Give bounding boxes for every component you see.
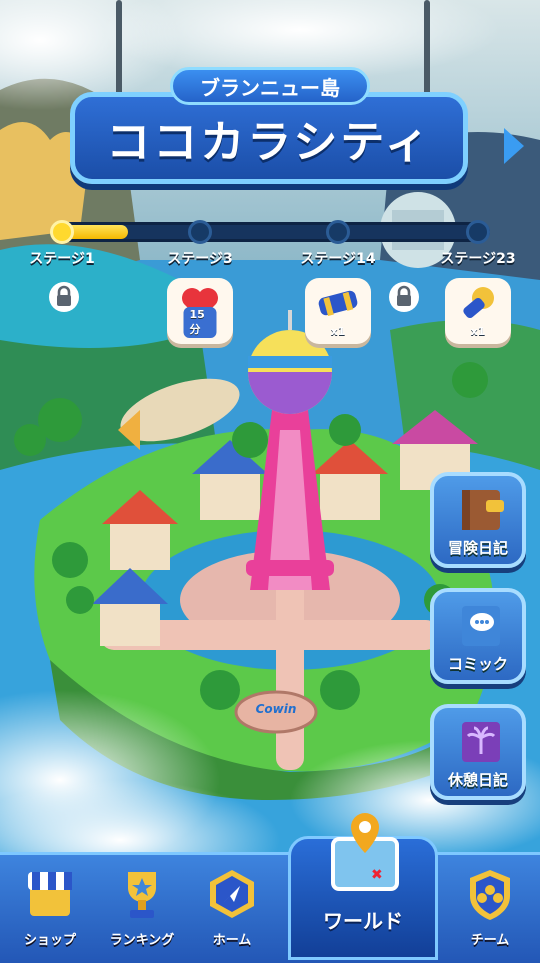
stage-label-2: ステージ3 <box>167 251 233 267</box>
svg-text:✖: ✖ <box>371 867 383 883</box>
stage-label-4: ステージ23 <box>440 251 516 267</box>
tab-shop[interactable]: ショップ <box>2 866 98 950</box>
stage-label-1: ステージ1 <box>29 251 95 267</box>
diary-book-icon <box>462 490 504 530</box>
tab-shop-label: ショップ <box>23 933 76 948</box>
next-island-arrow-icon[interactable] <box>504 128 524 164</box>
reward-rocket[interactable]: x1 <box>445 278 511 344</box>
tab-home-label: ホーム <box>212 933 252 948</box>
tab-world[interactable]: ✖ ワールド <box>288 813 438 960</box>
header-banner: ココカラシティ ブランニュー島 <box>0 0 540 200</box>
progress-node-2 <box>188 220 212 244</box>
reward-heart[interactable]: 15分 <box>167 278 233 344</box>
comic-label: コミック <box>447 655 508 673</box>
plaza-sign-text: Cowin <box>255 702 297 716</box>
city-name: ココカラシティ <box>106 117 432 168</box>
tab-world-label: ワールド <box>323 909 403 933</box>
reward-heart-time: 15分 <box>183 307 217 338</box>
hammer-icon <box>318 290 358 317</box>
tab-ranking[interactable]: ランキング <box>94 866 190 950</box>
progress-node-1 <box>50 220 74 244</box>
comic-button[interactable]: コミック <box>430 588 526 684</box>
island-name: ブランニュー島 <box>200 75 340 100</box>
tab-home[interactable]: ホーム <box>184 866 280 950</box>
progress-node-3 <box>326 220 350 244</box>
lock-icon <box>389 282 419 312</box>
tab-ranking-label: ランキング <box>109 933 175 948</box>
banner-rope-right <box>424 0 430 96</box>
team-shield-icon <box>470 870 510 920</box>
rest-diary-button[interactable]: 休憩日記 <box>430 704 526 800</box>
rest-diary-label: 休憩日記 <box>447 771 508 789</box>
reward-rocket-count: x1 <box>470 325 486 338</box>
home-compass-icon <box>210 870 254 918</box>
stage-progress-bar <box>52 222 490 242</box>
reward-hammer[interactable]: x1 <box>305 278 371 344</box>
trophy-icon <box>128 872 156 918</box>
adventure-diary-button[interactable]: 冒険日記 <box>430 472 526 568</box>
tab-team-label: チーム <box>470 933 510 948</box>
shop-awning-icon <box>28 872 72 916</box>
lock-icon <box>49 282 79 312</box>
banner-rope-left <box>116 0 122 96</box>
reward-hammer-count: x1 <box>330 325 346 338</box>
tab-team[interactable]: チーム <box>442 866 538 950</box>
adventure-diary-label: 冒険日記 <box>447 539 508 557</box>
city-sign: ココカラシティ <box>70 92 468 184</box>
progress-node-4 <box>466 220 490 244</box>
comic-book-icon <box>462 606 500 646</box>
palm-book-icon <box>462 722 500 762</box>
island-name-pill: ブランニュー島 <box>170 67 370 105</box>
rocket-icon <box>463 287 494 319</box>
world-map-icon: ✖ <box>331 813 399 891</box>
stage-label-3: ステージ14 <box>300 251 376 267</box>
